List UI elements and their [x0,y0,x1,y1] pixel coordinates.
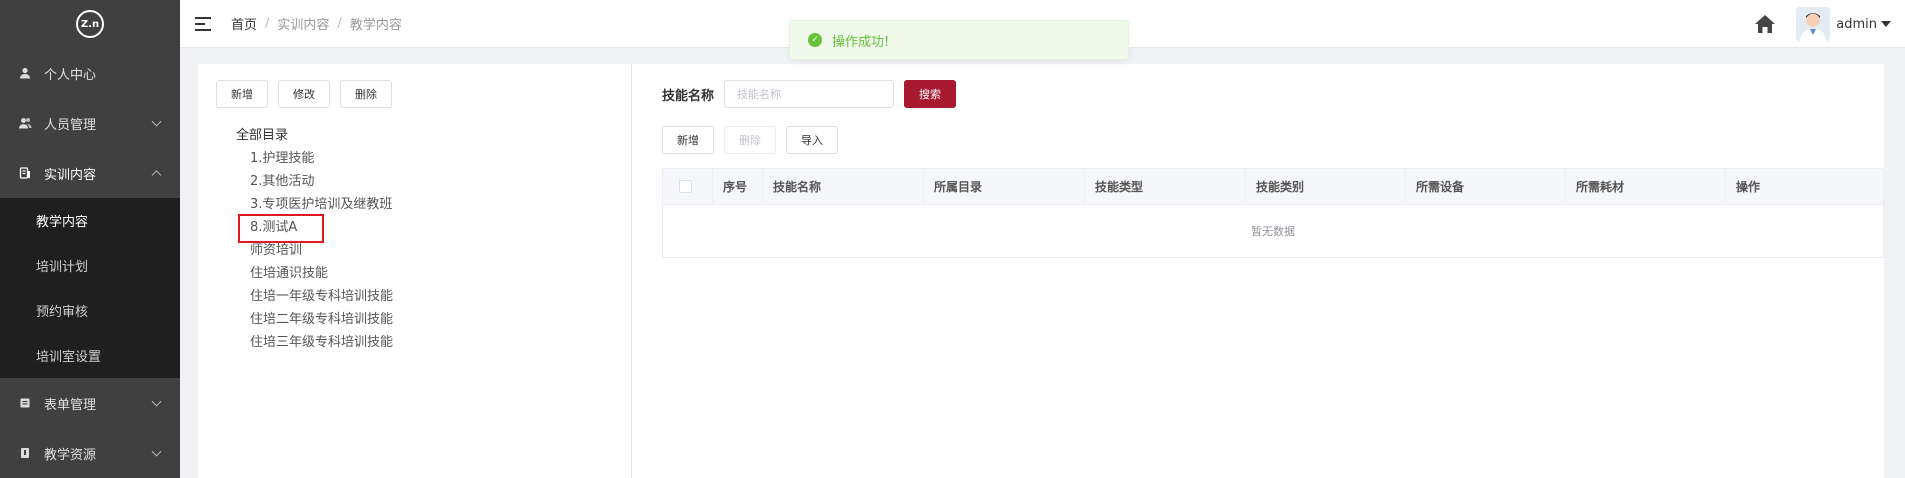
tree-node[interactable]: 1.护理技能 [236,147,393,170]
sidebar: Z.n 个人中心 人员管理 实训内容 教学内容 培训计划 预约审核 培训室设置 … [0,0,180,478]
empty-state: 暂无数据 [1251,225,1295,238]
check-circle-icon: ✓ [808,33,822,47]
tree-root[interactable]: 全部目录 [236,124,393,147]
directory-toolbar: 新增 修改 删除 [216,80,392,108]
tree-node[interactable]: 住培三年级专科培训技能 [236,331,393,354]
directory-panel: 新增 修改 删除 全部目录 1.护理技能 2.其他活动 3.专项医护培训及继教班… [198,64,632,478]
table-header: 序号 技能名称 所属目录 技能类型 技能类别 所需设备 所需耗材 操作 [663,169,1883,205]
username-label[interactable]: admin [1836,17,1877,32]
sidebar-item-personal-center[interactable]: 个人中心 [0,48,180,98]
users-icon [18,116,32,130]
search-label: 技能名称 [662,88,715,104]
tree-node[interactable]: 2.其他活动 [236,170,393,193]
logo-icon: Z.n [76,10,104,38]
select-all-checkbox[interactable] [679,180,692,193]
directory-tree: 全部目录 1.护理技能 2.其他活动 3.专项医护培训及继教班 8.测试A 师资… [236,124,393,354]
logo[interactable]: Z.n [0,0,180,48]
add-directory-button[interactable]: 新增 [216,80,268,108]
sidebar-item-staff-management[interactable]: 人员管理 [0,98,180,148]
sidebar-item-training-content[interactable]: 实训内容 [0,148,180,198]
tree-node[interactable]: 住培通识技能 [236,262,393,285]
search-bar: 技能名称 搜索 [662,80,957,108]
menu-toggle-icon[interactable] [195,16,211,31]
success-toast: ✓ 操作成功! [789,20,1129,60]
column-header: 所需设备 [1406,169,1566,204]
caret-down-icon[interactable] [1881,21,1891,27]
breadcrumb-teaching-content: 教学内容 [349,18,402,33]
column-header: 操作 [1736,180,1761,194]
skill-name-search-input[interactable] [724,80,895,108]
breadcrumb-training-content: 实训内容 [277,18,330,33]
book-icon [18,166,32,180]
breadcrumb: 首页 / 实训内容 / 教学内容 [231,14,402,33]
column-header: 技能类别 [1246,169,1406,204]
sidebar-item-form-management[interactable]: 表单管理 [0,378,180,428]
form-icon [18,396,32,410]
edit-directory-button[interactable]: 修改 [278,80,330,108]
tree-node[interactable]: 3.专项医护培训及继教班 [236,193,393,216]
tree-node[interactable]: 住培一年级专科培训技能 [236,285,393,308]
breadcrumb-separator: / [265,16,270,31]
column-header: 所属目录 [924,169,1085,204]
sidebar-subitem-room-settings[interactable]: 培训室设置 [0,333,180,378]
skills-panel: 技能名称 搜索 新增 删除 导入 序号 技能名称 所属目录 技能类型 技能类别 … [632,64,1884,478]
delete-skill-button[interactable]: 删除 [724,126,776,154]
sidebar-subitem-booking-review[interactable]: 预约审核 [0,288,180,333]
home-icon[interactable] [1754,13,1776,35]
breadcrumb-home[interactable]: 首页 [231,14,257,33]
main-content: 新增 修改 删除 全部目录 1.护理技能 2.其他活动 3.专项医护培训及继教班… [198,64,1884,478]
tree-node[interactable]: 住培二年级专科培训技能 [236,308,393,331]
select-all-cell [663,169,713,204]
sidebar-item-teaching-resources[interactable]: 教学资源 [0,428,180,478]
tree-node-selected[interactable]: 8.测试A [236,216,393,239]
column-header: 序号 [713,169,763,204]
skills-toolbar: 新增 删除 导入 [662,126,838,154]
skills-table: 序号 技能名称 所属目录 技能类型 技能类别 所需设备 所需耗材 操作 暂无数据 [662,168,1884,258]
sidebar-subitem-training-plan[interactable]: 培训计划 [0,243,180,288]
user-icon [18,66,32,80]
search-button[interactable]: 搜索 [904,80,957,108]
submenu-training-content: 教学内容 培训计划 预约审核 培训室设置 [0,198,180,378]
column-header: 所需耗材 [1566,169,1726,204]
column-header: 技能名称 [763,169,924,204]
sidebar-item-label: 个人中心 [44,67,97,83]
tree-node[interactable]: 师资培训 [236,239,393,262]
add-skill-button[interactable]: 新增 [662,126,714,154]
avatar[interactable] [1796,7,1831,41]
import-button[interactable]: 导入 [786,126,838,154]
header-user-area: admin [1754,0,1891,48]
sidebar-subitem-teaching-content[interactable]: 教学内容 [0,198,180,243]
breadcrumb-separator: / [337,16,342,31]
toast-message: 操作成功! [832,34,890,50]
column-header: 技能类型 [1085,169,1246,204]
resource-icon [18,446,32,460]
delete-directory-button[interactable]: 删除 [340,80,392,108]
